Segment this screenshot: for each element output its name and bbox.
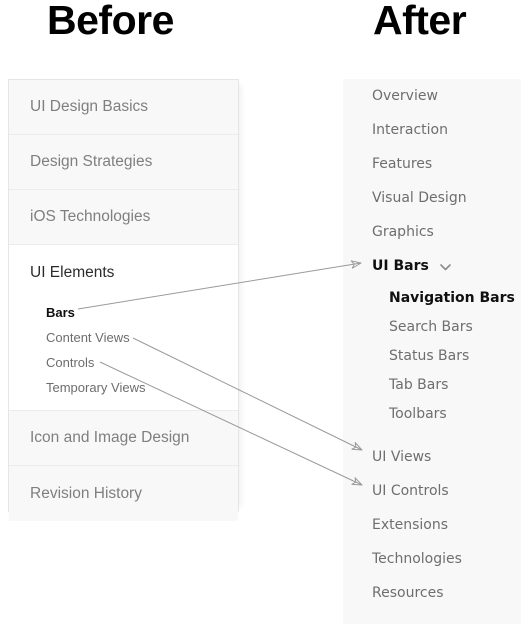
after-nav-subitem-tab-bars[interactable]: Tab Bars <box>389 376 448 394</box>
before-nav-subitem-temporary-views[interactable]: Temporary Views <box>9 375 238 400</box>
before-nav-group-ui-elements: UI Elements Bars Content Views Controls … <box>9 245 238 411</box>
after-nav-label: UI Bars <box>372 258 429 274</box>
after-nav-label: Features <box>372 156 433 172</box>
after-nav-sublabel: Search Bars <box>389 319 473 335</box>
before-nav-item-revision-history[interactable]: Revision History <box>9 466 238 521</box>
after-nav-item-extensions[interactable]: Extensions <box>372 516 448 534</box>
after-nav-item-interaction[interactable]: Interaction <box>372 121 448 139</box>
after-nav-label: UI Views <box>372 449 432 465</box>
after-nav-item-visual-design[interactable]: Visual Design <box>372 189 467 207</box>
comparison-stage: Before After UI Design Basics Design Str… <box>0 0 521 624</box>
after-nav-item-features[interactable]: Features <box>372 155 432 173</box>
after-nav-subitem-status-bars[interactable]: Status Bars <box>389 347 469 365</box>
chevron-down-icon[interactable] <box>440 263 451 271</box>
before-nav-label: Design Strategies <box>30 153 153 170</box>
before-nav-item-design-strategies[interactable]: Design Strategies <box>9 135 238 190</box>
after-nav-item-graphics[interactable]: Graphics <box>372 223 434 241</box>
before-nav-group-spacer <box>9 400 238 410</box>
after-nav-item-overview[interactable]: Overview <box>372 87 438 105</box>
before-nav-sublabel: Content Views <box>46 330 130 345</box>
after-navigation-panel: Overview Interaction Features Visual Des… <box>343 79 521 624</box>
before-nav-label: UI Elements <box>30 263 115 281</box>
after-nav-label: Technologies <box>372 551 462 567</box>
before-nav-item-ios-technologies[interactable]: iOS Technologies <box>9 190 238 245</box>
before-nav-item-ui-design-basics[interactable]: UI Design Basics <box>9 80 238 135</box>
before-nav-sublabel: Controls <box>46 355 95 370</box>
before-navigation-panel: UI Design Basics Design Strategies iOS T… <box>8 79 239 521</box>
before-nav-label: Revision History <box>30 484 142 502</box>
after-nav-item-ui-views[interactable]: UI Views <box>372 448 431 466</box>
after-nav-item-ui-controls[interactable]: UI Controls <box>372 482 449 500</box>
after-heading: After <box>373 0 467 43</box>
after-nav-label: Resources <box>372 585 444 601</box>
after-nav-label: Extensions <box>372 517 449 533</box>
before-nav-item-icon-and-image-design[interactable]: Icon and Image Design <box>9 411 238 466</box>
after-nav-sublabel: Status Bars <box>389 348 470 364</box>
after-nav-label: Graphics <box>372 224 434 240</box>
after-nav-label: UI Controls <box>372 483 449 499</box>
after-nav-subitem-toolbars[interactable]: Toolbars <box>389 405 447 423</box>
after-nav-item-resources[interactable]: Resources <box>372 584 444 602</box>
before-nav-subitem-controls[interactable]: Controls <box>9 350 238 375</box>
after-nav-item-ui-bars[interactable]: UI Bars <box>372 257 451 275</box>
before-nav-sublabel: Temporary Views <box>46 380 146 395</box>
after-nav-subitem-search-bars[interactable]: Search Bars <box>389 318 473 336</box>
after-nav-label: Visual Design <box>372 190 467 206</box>
before-nav-subitem-content-views[interactable]: Content Views <box>9 325 238 350</box>
before-nav-label: iOS Technologies <box>30 208 151 225</box>
after-nav-item-technologies[interactable]: Technologies <box>372 550 462 568</box>
after-nav-subitem-navigation-bars[interactable]: Navigation Bars <box>389 289 515 307</box>
after-nav-label: Overview <box>372 88 438 104</box>
before-nav-label: Icon and Image Design <box>30 429 190 446</box>
before-heading: Before <box>47 0 174 43</box>
before-nav-label: UI Design Basics <box>30 98 149 115</box>
before-nav-sublabel: Bars <box>46 305 75 320</box>
after-nav-sublabel: Navigation Bars <box>389 290 515 306</box>
after-nav-label: Interaction <box>372 122 448 138</box>
before-nav-item-ui-elements[interactable]: UI Elements <box>9 245 238 300</box>
after-nav-sublabel: Tab Bars <box>389 377 449 393</box>
after-nav-sublabel: Toolbars <box>389 406 447 422</box>
before-nav-subitem-bars[interactable]: Bars <box>9 300 238 325</box>
